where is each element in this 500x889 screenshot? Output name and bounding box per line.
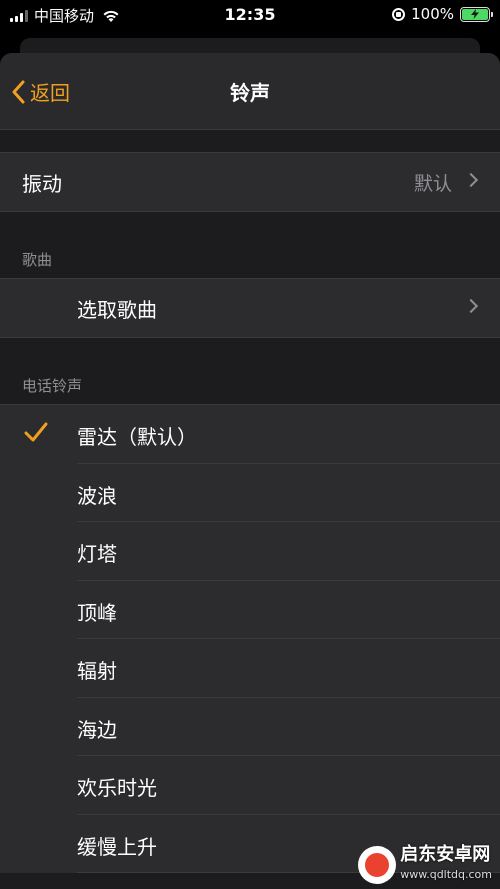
watermark-name: 启东安卓网 [400,844,491,865]
ringtone-row[interactable]: 波浪 [0,464,500,522]
site-watermark: 启东安卓网 www.qdltdq.com [358,845,492,885]
ringtone-row[interactable]: 海边 [0,698,500,756]
pick-song-label: 选取歌曲 [77,297,157,322]
songs-header-label: 歌曲 [22,251,53,269]
battery-percent: 100% [411,5,454,23]
status-bar: 中国移动 12:35 100% [0,0,500,30]
watermark-url: www.qdltdq.com [400,868,492,881]
ringtone-label: 灯塔 [77,542,117,566]
vibration-value: 默认 [413,172,452,195]
ringtone-row[interactable]: 辐射 [0,639,500,698]
ringtone-row[interactable]: 顶峰 [0,581,500,639]
vibration-group: 振动 默认 [0,152,500,212]
orientation-lock-icon [392,7,406,21]
ringtone-row[interactable]: 欢乐时光 [0,756,500,815]
ringtone-label: 波浪 [77,483,117,508]
songs-group: 选取歌曲 [0,278,500,338]
ringtone-label: 欢乐时光 [77,776,157,800]
ringtone-row[interactable]: 灯塔 [0,522,500,581]
ringtones-list: 雷达（默认） 波浪 灯塔 顶峰 辐射 海边 欢乐时光 缓慢上升 [0,404,500,873]
vibration-row[interactable]: 振动 默认 [0,153,500,211]
chevron-right-icon [463,298,479,314]
page-title: 铃声 [230,81,270,105]
songs-section-header: 歌曲 [0,212,500,278]
status-right: 100% [392,5,493,23]
ringtone-row[interactable]: 雷达（默认） [0,405,500,464]
ringtones-section-header: 电话铃声 [0,338,500,404]
checkmark-icon [24,422,48,442]
pick-song-row[interactable]: 选取歌曲 [0,279,500,337]
vibration-label: 振动 [22,171,62,196]
ringtone-label: 缓慢上升 [77,834,157,859]
ringtone-label: 辐射 [77,659,117,683]
ringtone-label: 雷达（默认） [77,425,197,449]
ringtone-label: 海边 [77,717,117,742]
ringtones-header-label: 电话铃声 [22,377,83,395]
battery-charging-icon [462,8,488,20]
ringtone-sheet: 返回 铃声 振动 默认 歌曲 选取歌曲 电话铃声 雷达（默认） 波浪 灯塔 顶峰… [0,53,500,889]
battery-icon [460,6,493,22]
ringtone-label: 顶峰 [77,600,117,625]
navigation-bar: 返回 铃声 [0,53,500,130]
watermark-logo-icon [358,846,397,884]
chevron-right-icon [463,172,479,188]
